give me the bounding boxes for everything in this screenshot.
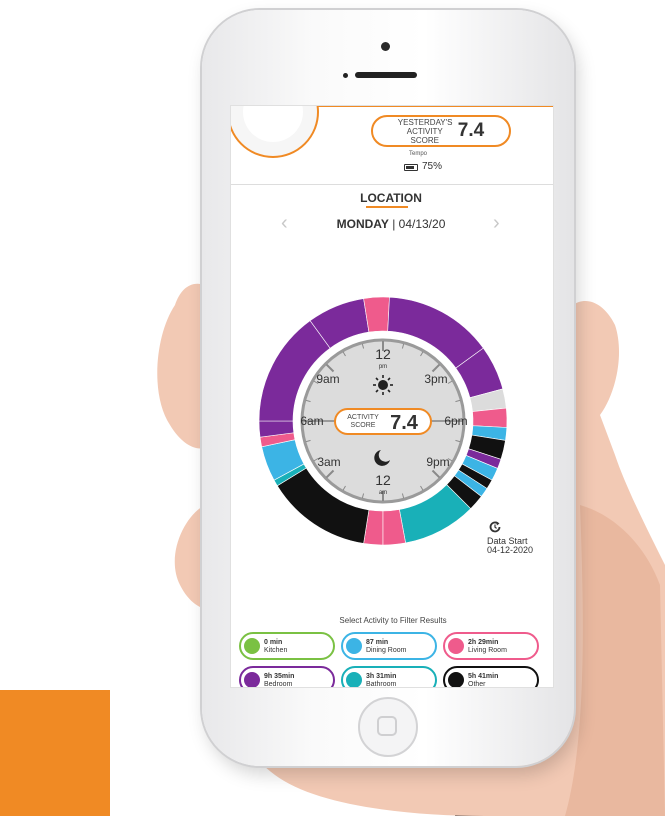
earpiece-speaker [355, 72, 417, 78]
chip-duration: 87 min [366, 639, 389, 646]
filter-chip-living-room[interactable]: 2h 29min Living Room [443, 632, 539, 660]
label-3am: 3am [317, 455, 340, 469]
filter-chip-bedroom[interactable]: 9h 35min Bedroom [239, 666, 335, 688]
label-9pm: 9pm [426, 455, 449, 469]
chip-text: 2h 29min Living Room [468, 639, 507, 655]
activity-score-value: 7.4 [390, 412, 419, 434]
activity-dial[interactable]: 12 pm 12 am 3pm 6pm 9pm 3am 6am 9am ACTI… [257, 289, 509, 553]
ring-segment-living[interactable] [472, 407, 508, 428]
chip-room-name: Dining Room [366, 647, 407, 654]
yesterday-score-label: YESTERDAY'S ACTIVITY SCORE [397, 117, 453, 145]
chip-duration: 9h 35min [264, 673, 295, 680]
battery-icon [404, 164, 418, 171]
filter-title: Select Activity to Filter Results [339, 616, 447, 625]
label-6pm: 6pm [444, 414, 467, 428]
filter-chip-other[interactable]: 5h 41min Other [443, 666, 539, 688]
app-screen: YESTERDAY'S ACTIVITY SCORE 7.4 Tempo 75%… [230, 105, 554, 688]
chip-text: 3h 31min Bathroom [366, 673, 397, 688]
chip-room-name: Bathroom [366, 681, 397, 688]
label-pm: pm [379, 364, 387, 370]
label-9am: 9am [316, 372, 339, 386]
section-title: LOCATION [360, 191, 422, 205]
filter-chip-dining-room[interactable]: 87 min Dining Room [341, 632, 437, 660]
data-start-date: 04-12-2020 [487, 545, 534, 555]
header-divider [231, 184, 553, 185]
battery-percent: 75% [422, 161, 443, 172]
activity-score-label-2: SCORE [351, 422, 376, 429]
section-title-underline [366, 206, 408, 208]
avatar-inner [243, 106, 303, 142]
filter-chip-bathroom[interactable]: 3h 31min Bathroom [341, 666, 437, 688]
yesterday-score-value: 7.4 [457, 120, 485, 141]
living-room-icon [448, 638, 464, 654]
sun-icon [373, 375, 393, 395]
battery-fill [406, 166, 414, 169]
data-start-text: Data Start 04-12-2020 [487, 537, 533, 555]
chip-text: 5h 41min Other [468, 673, 499, 688]
chip-text: 87 min Dining Room [366, 639, 406, 655]
chip-room-name: Bedroom [264, 681, 293, 688]
activity-score-label: ACTIVITY [347, 414, 379, 421]
front-camera [381, 42, 390, 51]
tempo-label: Tempo [409, 151, 428, 157]
label-12-top: 12 [375, 346, 391, 362]
bathroom-icon [346, 672, 362, 687]
label-6am: 6am [300, 414, 323, 428]
chip-room-name: Living Room [468, 647, 507, 654]
sync-icon[interactable] [488, 520, 502, 534]
chip-duration: 2h 29min [468, 639, 499, 646]
date-value: 04/13/20 [398, 217, 446, 231]
bedroom-icon [244, 672, 260, 687]
date-separator: | [388, 217, 399, 231]
chevron-right-icon[interactable]: › [493, 212, 500, 235]
filter-chip-kitchen[interactable]: 0 min Kitchen [239, 632, 335, 660]
home-button-icon [377, 716, 397, 736]
chip-duration: 3h 31min [366, 673, 397, 680]
chip-text: 9h 35min Bedroom [264, 673, 295, 688]
date-row: MONDAY | 04/13/20 [231, 217, 551, 231]
kitchen-icon [244, 638, 260, 654]
avatar[interactable] [231, 106, 319, 158]
proximity-sensor [343, 73, 348, 78]
chip-duration: 0 min [264, 639, 283, 646]
yesterday-score-pill: YESTERDAY'S ACTIVITY SCORE 7.4 [371, 115, 511, 147]
label-am: am [379, 490, 387, 496]
chip-text: 0 min Kitchen [264, 639, 287, 655]
chip-room-name: Kitchen [264, 647, 288, 654]
label-12-bottom: 12 [375, 472, 391, 488]
day-name: MONDAY [336, 217, 389, 231]
chip-duration: 5h 41min [468, 673, 499, 680]
chip-room-name: Other [468, 681, 486, 688]
other-icon [448, 672, 464, 687]
orange-banner-shape [0, 690, 110, 816]
label-3pm: 3pm [424, 372, 447, 386]
dining-room-icon [346, 638, 362, 654]
